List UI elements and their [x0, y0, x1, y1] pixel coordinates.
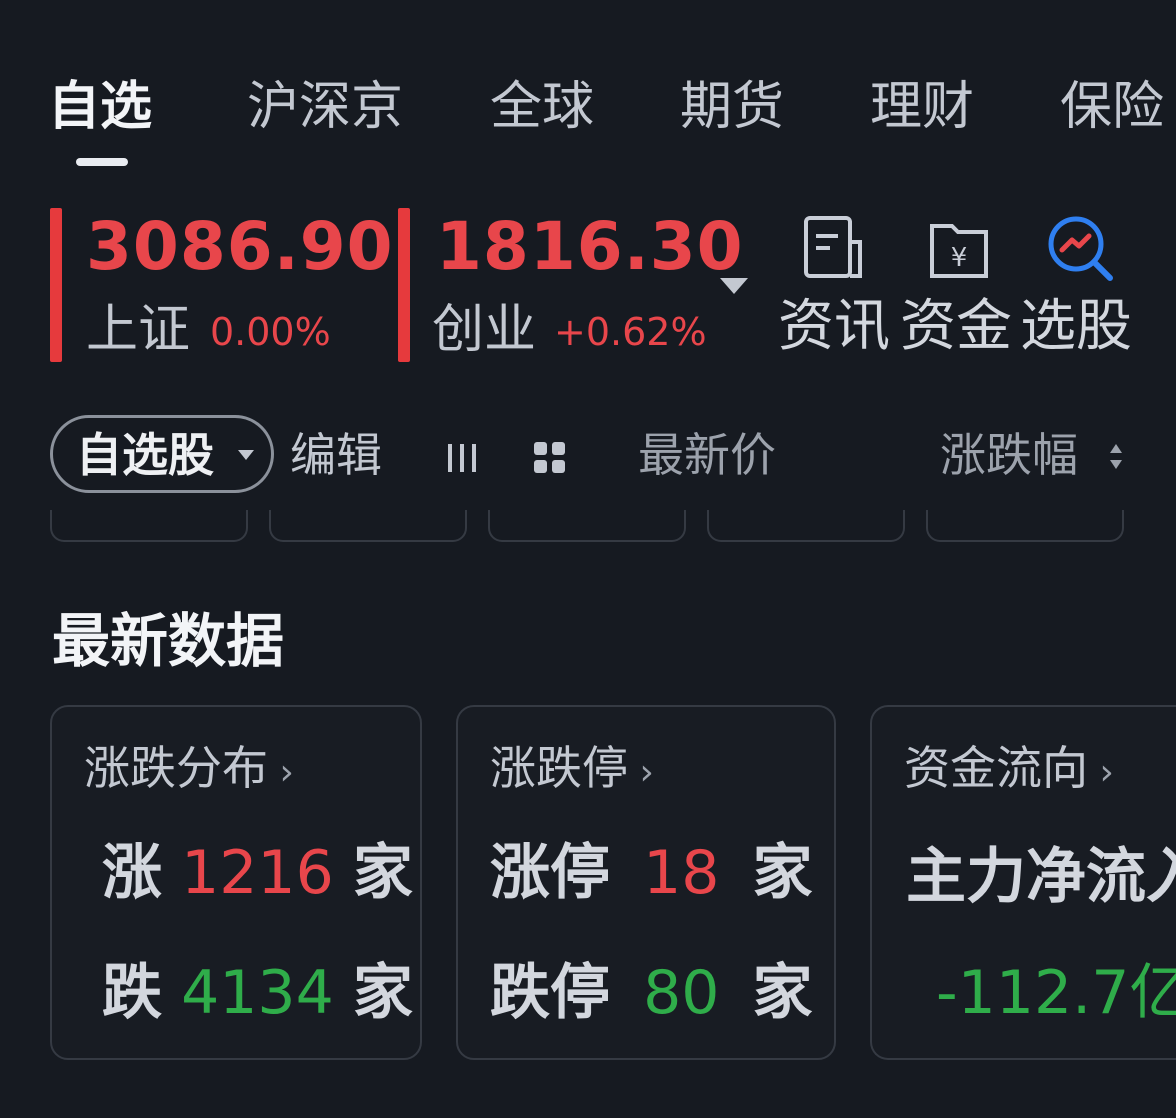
sort-up-icon [1110, 444, 1122, 453]
grid-view-icon[interactable] [532, 440, 568, 476]
section-title: 最新数据 [52, 607, 285, 675]
news-button[interactable]: 资讯 [778, 210, 898, 360]
card-limit[interactable]: 涨跌停 › 涨停 18 家 跌停 80 家 [456, 705, 836, 1060]
index-dropdown-caret[interactable] [720, 278, 748, 294]
chevron-right-icon: › [628, 752, 654, 793]
tab-futures[interactable]: 期货 [680, 72, 784, 142]
column-change-percent[interactable]: 涨跌幅 [940, 425, 1078, 485]
card-distribution[interactable]: 涨跌分布 › 涨 1216 家 跌 4134 家 [50, 705, 422, 1060]
index-change: 0.00% [210, 310, 331, 354]
limit-up-count: 18 [643, 838, 720, 908]
index-change: +0.62% [554, 310, 707, 354]
list-view-icon[interactable] [444, 440, 480, 476]
tab-insurance[interactable]: 保险 [1060, 72, 1164, 142]
collapsed-card [488, 510, 686, 542]
limit-up-row: 涨停 18 家 [490, 838, 813, 908]
limit-down-count: 80 [643, 958, 720, 1028]
card-title[interactable]: 涨跌分布 › [84, 737, 294, 804]
chevron-down-icon [238, 450, 254, 460]
tool-label: 资讯 [778, 294, 890, 359]
column-latest-price[interactable]: 最新价 [638, 425, 776, 485]
svg-text:¥: ¥ [951, 243, 968, 273]
collapsed-card [707, 510, 905, 542]
index-bar [398, 208, 410, 362]
tab-a-shares[interactable]: 沪深京 [247, 72, 403, 142]
chevron-right-icon: › [1088, 752, 1114, 793]
up-count-row: 涨 1216 家 [102, 838, 413, 908]
index-value: 1816.30 [436, 208, 744, 285]
main-net-inflow-label: 主力净流入 [906, 842, 1176, 912]
collapsed-card [50, 510, 248, 542]
main-net-inflow-value: -112.7亿 [936, 958, 1176, 1028]
collapsed-card [926, 510, 1124, 542]
down-count: 4134 [181, 958, 334, 1028]
card-title[interactable]: 涨跌停 › [490, 737, 654, 804]
index-name: 上证 [86, 300, 191, 360]
fund-icon: ¥ [930, 224, 988, 278]
sort-down-icon [1110, 460, 1122, 469]
watchlist-group-label: 自选股 [76, 428, 214, 482]
limit-down-row: 跌停 80 家 [490, 958, 813, 1028]
news-icon [804, 216, 862, 278]
up-count: 1216 [181, 838, 334, 908]
stock-picker-icon [1048, 216, 1113, 281]
card-fund-flow[interactable]: 资金流向 › 主力净流入 -112.7亿 [870, 705, 1176, 1060]
stock-picker-button[interactable]: 选股 [1020, 210, 1144, 360]
tab-global[interactable]: 全球 [490, 72, 594, 142]
fund-button[interactable]: ¥ 资金 [900, 210, 1020, 360]
active-tab-indicator [76, 158, 128, 166]
chevron-right-icon: › [268, 752, 294, 793]
index-chinext[interactable]: 1816.30 创业 +0.62% [398, 208, 743, 364]
down-count-row: 跌 4134 家 [102, 958, 413, 1028]
card-title[interactable]: 资金流向 › [904, 737, 1114, 804]
tool-label: 选股 [1020, 294, 1132, 359]
edit-button[interactable]: 编辑 [290, 425, 382, 485]
tool-label: 资金 [900, 294, 1012, 359]
index-value: 3086.90 [86, 208, 394, 285]
index-shanghai[interactable]: 3086.90 上证 0.00% [50, 208, 393, 364]
index-name: 创业 [432, 300, 537, 360]
collapsed-card [269, 510, 467, 542]
tab-watchlist[interactable]: 自选 [48, 72, 152, 142]
index-bar [50, 208, 62, 362]
tab-wealth[interactable]: 理财 [870, 72, 974, 142]
